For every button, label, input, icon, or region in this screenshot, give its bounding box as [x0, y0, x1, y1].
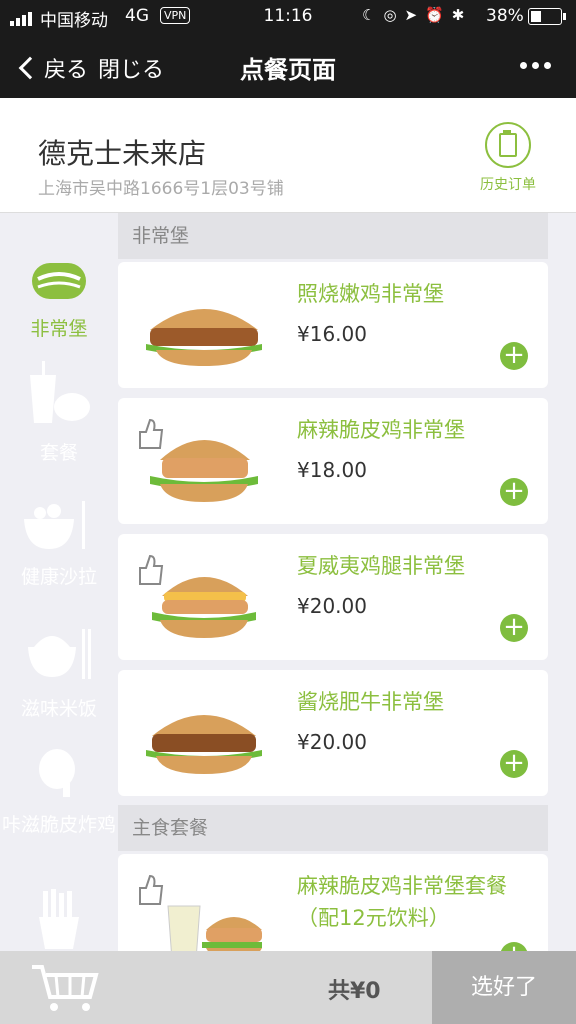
salad-icon — [24, 501, 85, 549]
status-bar: 中国移动 4G VPN 11:16 ☾◎➤⏰✱ 38% — [0, 0, 576, 34]
category-burger[interactable]: 非常堡 — [0, 259, 118, 341]
fries-icon — [39, 889, 79, 949]
add-item-button[interactable]: + — [500, 942, 528, 951]
add-item-button[interactable]: + — [500, 342, 528, 370]
clipboard-icon — [485, 122, 531, 168]
order-history-label: 历史订单 — [480, 177, 536, 193]
rice-icon — [28, 629, 91, 679]
menu-item-card[interactable]: 麻辣脆皮鸡非常堡 ¥18.00 + — [118, 398, 548, 524]
item-name: 酱烧肥牛非常堡 — [297, 690, 444, 714]
add-item-button[interactable]: + — [500, 478, 528, 506]
category-fries[interactable] — [0, 889, 118, 960]
menu-item-card[interactable]: 酱烧肥牛非常堡 ¥20.00 + — [118, 670, 548, 796]
add-item-button[interactable]: + — [500, 750, 528, 778]
nav-bar: 戻る 閉じる 点餐页面 — [0, 34, 576, 98]
category-rice[interactable]: 滋味米饭 — [0, 625, 118, 721]
item-name: 夏威夷鸡腿非常堡 — [297, 554, 465, 578]
category-label: 健康沙拉 — [20, 566, 97, 588]
combo-image — [167, 905, 262, 951]
burger-image — [146, 715, 262, 774]
category-sidebar: 非常堡 套餐 健康沙拉 滋味米饭 咔滋脆皮炸鸡 — [0, 213, 118, 951]
add-item-button[interactable]: + — [500, 614, 528, 642]
combo-icon — [30, 361, 90, 423]
category-label: 咔滋脆皮炸鸡 — [1, 814, 116, 836]
menu-list: 非常堡 照烧嫩鸡非常堡 ¥16.00 + 麻辣脆皮鸡非常堡 ¥18.00 + 夏… — [118, 213, 548, 951]
store-name: 德克士未来店 — [38, 137, 207, 170]
page-title: 点餐页面 — [240, 56, 336, 84]
item-price: ¥16.00 — [297, 322, 367, 346]
category-salad[interactable]: 健康沙拉 — [0, 499, 118, 589]
section-header: 非常堡 — [118, 213, 548, 259]
category-label: 滋味米饭 — [20, 698, 97, 720]
section-header: 主食套餐 — [118, 805, 548, 851]
checkout-button[interactable]: 选好了 — [432, 951, 576, 1024]
item-name: 照烧嫩鸡非常堡 — [297, 282, 444, 306]
cart-icon[interactable] — [30, 963, 100, 1013]
menu-item-card[interactable]: 麻辣脆皮鸡非常堡套餐（配12元饮料） + — [118, 854, 548, 951]
cart-bar: 共¥0 选好了 — [0, 951, 576, 1024]
store-address: 上海市吴中路1666号1层03号铺 — [38, 179, 284, 199]
category-combo[interactable]: 套餐 — [0, 361, 118, 465]
item-name: 麻辣脆皮鸡非常堡 — [297, 418, 465, 442]
store-header: 德克士未来店 上海市吴中路1666号1层03号铺 历史订单 — [0, 98, 576, 213]
burger-image — [146, 309, 262, 366]
category-label: 非常堡 — [30, 318, 88, 340]
order-history-button[interactable]: 历史订单 — [476, 122, 540, 194]
battery-icon — [528, 8, 566, 25]
more-options-icon[interactable] — [520, 62, 551, 69]
item-price: ¥20.00 — [297, 730, 367, 754]
menu-item-card[interactable]: 照烧嫩鸡非常堡 ¥16.00 + — [118, 262, 548, 388]
burger-image — [150, 440, 258, 502]
battery-percent: 38% — [486, 6, 524, 26]
menu-item-card[interactable]: 夏威夷鸡腿非常堡 ¥20.00 + — [118, 534, 548, 660]
status-icons: ☾◎➤⏰✱ — [362, 6, 473, 24]
cart-total: 共¥0 — [328, 979, 381, 1004]
burger-image — [152, 577, 256, 638]
item-price: ¥20.00 — [297, 594, 367, 618]
burger-icon — [32, 263, 86, 299]
item-name: 麻辣脆皮鸡非常堡套餐（配12元饮料） — [297, 874, 507, 930]
category-label: 套餐 — [39, 442, 78, 464]
drumstick-icon — [39, 749, 75, 797]
category-fried-chicken[interactable]: 咔滋脆皮炸鸡 — [0, 747, 118, 839]
item-price: ¥18.00 — [297, 458, 367, 482]
